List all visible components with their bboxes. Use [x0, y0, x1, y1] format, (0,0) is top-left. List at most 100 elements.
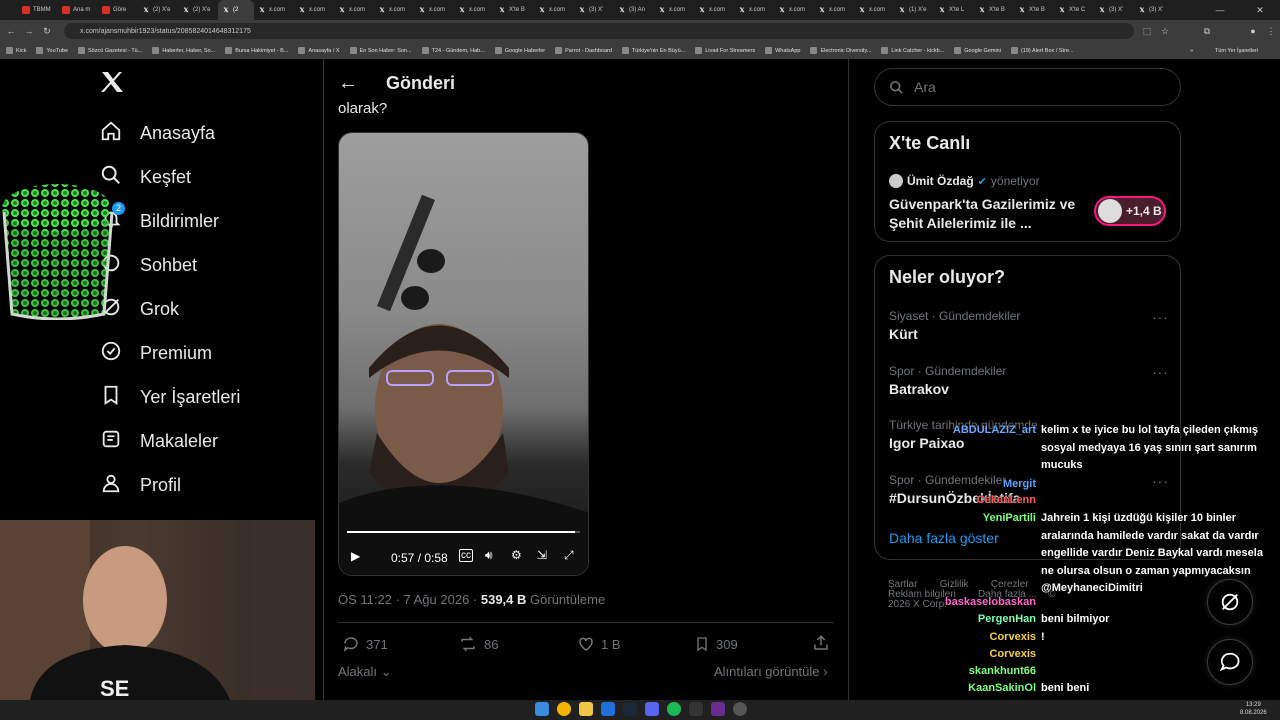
star-icon[interactable]: ☆	[1158, 24, 1172, 38]
file-explorer-icon[interactable]	[579, 702, 593, 716]
bookmark-item[interactable]: Sözcü Gazetesi - Tü...	[78, 47, 142, 54]
bookmark-item[interactable]: T24 - Gündem, Hab...	[421, 47, 485, 54]
more-options-icon[interactable]: ···	[1152, 309, 1169, 325]
browser-tab[interactable]: 𝕏x.com	[374, 0, 414, 20]
reload-icon[interactable]: ↻	[40, 24, 54, 38]
browser-tab[interactable]: 𝕏x.com	[734, 0, 774, 20]
epic-icon[interactable]	[689, 702, 703, 716]
browser-tab[interactable]: 𝕏 (2	[218, 0, 254, 20]
bookmark-item[interactable]: Türkiye'nin En Büyü...	[621, 47, 685, 54]
bookmark-item[interactable]: (19) Alert Box / Stre...	[1010, 47, 1074, 54]
bookmark-item[interactable]: Kick	[6, 47, 26, 54]
minimize-button[interactable]: —	[1200, 0, 1240, 20]
bookmark-item[interactable]: Bursa Hakimiyet - B...	[225, 47, 288, 54]
play-icon[interactable]: ▶	[351, 549, 360, 563]
extensions-icon[interactable]: ⧉	[1200, 24, 1214, 38]
browser-tab[interactable]: 𝕏x.com	[694, 0, 734, 20]
bookmarks-overflow-button[interactable]: »	[1190, 48, 1193, 54]
browser-tab[interactable]: 𝕏 (1) X'e	[894, 0, 934, 20]
browser-tab[interactable]: 𝕏x.com	[414, 0, 454, 20]
bookmark-item[interactable]: Anasayfa / X	[298, 47, 340, 54]
live-host[interactable]: Ümit Özdağ ✔ yönetiyor	[889, 174, 1040, 188]
bookmark-item[interactable]: WhatsApp	[765, 47, 800, 54]
back-icon[interactable]: ←	[4, 24, 18, 38]
menu-icon[interactable]: ⋮	[1264, 24, 1278, 38]
repost-button[interactable]: 86	[458, 635, 498, 653]
more-options-icon[interactable]: ···	[1152, 364, 1169, 380]
app-icon[interactable]	[601, 702, 615, 716]
search-box[interactable]: Ara	[874, 68, 1181, 106]
browser-tab[interactable]: 𝕏x.com	[294, 0, 334, 20]
sidebar-item-bell[interactable]: 2 Bildirimler	[100, 199, 219, 243]
browser-tab[interactable]: Ana m	[58, 0, 98, 20]
browser-tab[interactable]: 𝕏x.com	[334, 0, 374, 20]
start-icon[interactable]	[535, 702, 549, 716]
space-title[interactable]: Güvenpark'ta Gazilerimiz ve Şehit Ailele…	[889, 195, 1085, 233]
sort-dropdown[interactable]: Alakalı ⌄	[338, 664, 392, 680]
browser-tab[interactable]: 𝕏 (3) An	[614, 0, 654, 20]
bookmark-item[interactable]: YouTube	[36, 47, 68, 54]
spotify-icon[interactable]	[667, 702, 681, 716]
browser-tab[interactable]: 𝕏x.com	[534, 0, 574, 20]
bookmark-item[interactable]: Google Gemini	[954, 47, 1001, 54]
browser-tab[interactable]: TBMM	[18, 0, 58, 20]
trend-item[interactable]: Spor · Gündemdekiler Batrakov ···	[889, 364, 1169, 397]
system-clock[interactable]: 13:29 8.08.2026	[1240, 701, 1267, 717]
bookmark-item[interactable]: Electronic Diversity...	[810, 47, 871, 54]
app3-icon[interactable]	[733, 702, 747, 716]
bookmark-item[interactable]: Parrot - Dashboard	[555, 47, 612, 54]
close-window-button[interactable]: ✕	[1240, 0, 1280, 20]
cast-icon[interactable]: ⬚	[1140, 24, 1154, 38]
browser-tab[interactable]: 𝕏x.com	[454, 0, 494, 20]
browser-tab[interactable]: 𝕏 (2) X'e	[138, 0, 178, 20]
bookmark-item[interactable]: Link Catcher - kickb...	[881, 47, 944, 54]
listeners-pill[interactable]: +1,4 B	[1094, 196, 1166, 226]
browser-tab[interactable]: Göre	[98, 0, 138, 20]
forward-icon[interactable]: →	[22, 24, 36, 38]
profile-avatar-icon[interactable]: ●	[1246, 24, 1260, 38]
sidebar-item-bookmark[interactable]: Yer İşaretleri	[100, 375, 240, 419]
video-progress-track[interactable]	[347, 531, 580, 533]
bookmark-item[interactable]: Google Haberler	[494, 47, 545, 54]
steam-icon[interactable]	[623, 702, 637, 716]
settings-gear-icon[interactable]: ⚙	[511, 548, 522, 562]
trend-item[interactable]: Siyaset · Gündemdekiler Kürt ···	[889, 309, 1169, 342]
browser-tab[interactable]: 𝕏 (3) X'	[1094, 0, 1134, 20]
sidebar-item-home[interactable]: Anasayfa	[100, 111, 215, 155]
browser-tab[interactable]: 𝕏x.com	[654, 0, 694, 20]
bookmark-item[interactable]: Livad For Streamers	[695, 47, 755, 54]
grok-fab[interactable]	[1207, 579, 1253, 625]
post-video[interactable]: ▶ 0:57 / 0:58 cc 🔊︎ ⚙ ⇲ ⤢	[338, 132, 589, 576]
browser-tab[interactable]: 𝕏 X'te B	[1014, 0, 1054, 20]
fullscreen-icon[interactable]: ⤢	[564, 548, 574, 563]
reply-button[interactable]: 371	[342, 635, 388, 653]
messages-fab[interactable]	[1207, 639, 1253, 685]
app2-icon[interactable]	[711, 702, 725, 716]
address-bar[interactable]: x.com/ajansmuhbir1923/status/20858240146…	[64, 23, 1134, 39]
browser-tab[interactable]: 𝕏 (3) X'	[1134, 0, 1174, 20]
share-button[interactable]	[812, 634, 830, 652]
sidebar-item-article[interactable]: Makaleler	[100, 419, 218, 463]
sidebar-item-verified[interactable]: Premium	[100, 331, 212, 375]
discord-icon[interactable]	[645, 702, 659, 716]
bookmark-item[interactable]: En Son Haber: Son...	[349, 47, 412, 54]
browser-tab[interactable]: 𝕏 X'te B	[974, 0, 1014, 20]
all-bookmarks-folder[interactable]: Tüm Yer İşaretleri	[1215, 48, 1258, 54]
back-arrow-icon[interactable]: ←	[338, 72, 370, 95]
like-button[interactable]: 1 B	[577, 635, 621, 653]
pip-icon[interactable]: ⇲	[537, 548, 547, 562]
browser-tab[interactable]: 𝕏 (3) X'	[574, 0, 614, 20]
browser-tab[interactable]: 𝕏x.com	[774, 0, 814, 20]
bookmark-button[interactable]: 309	[694, 635, 738, 653]
volume-icon[interactable]: 🔊︎	[485, 548, 493, 563]
browser-tab[interactable]: 𝕏 (2) X'e	[178, 0, 218, 20]
x-logo[interactable]	[100, 70, 126, 100]
sidebar-item-person[interactable]: Profil	[100, 463, 181, 507]
bookmark-item[interactable]: Haberler, Haber, So...	[152, 47, 215, 54]
browser-tab[interactable]: 𝕏 X'te C	[1054, 0, 1094, 20]
captions-icon[interactable]: cc	[459, 549, 473, 562]
browser-tab[interactable]: 𝕏 X'te L	[934, 0, 974, 20]
browser-tab[interactable]: 𝕏x.com	[854, 0, 894, 20]
chrome-icon[interactable]	[557, 702, 571, 716]
browser-tab[interactable]: 𝕏x.com	[814, 0, 854, 20]
